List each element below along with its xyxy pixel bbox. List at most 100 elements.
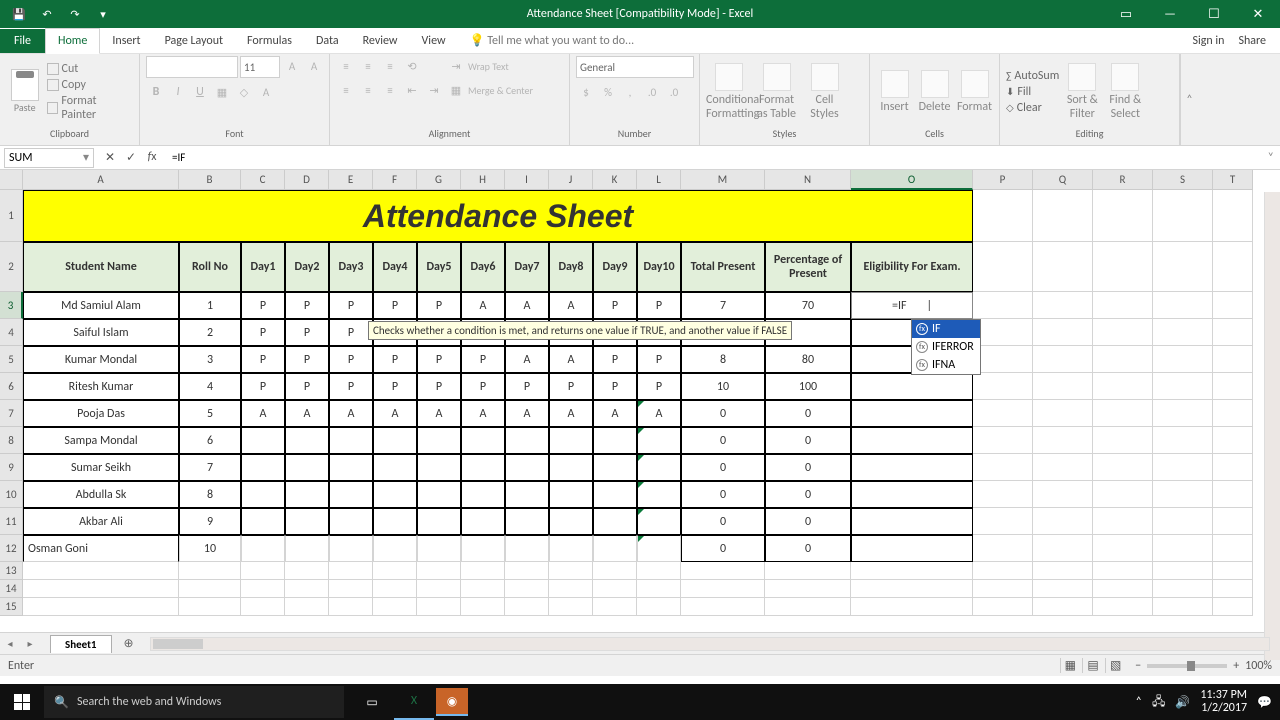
cell[interactable] bbox=[179, 598, 241, 616]
column-header[interactable]: R bbox=[1093, 170, 1153, 190]
cell[interactable]: Day5 bbox=[417, 242, 461, 292]
column-header[interactable]: M bbox=[681, 170, 765, 190]
cell[interactable] bbox=[1153, 373, 1213, 400]
cell[interactable]: Pooja Das bbox=[23, 400, 179, 427]
horizontal-scrollbar[interactable] bbox=[150, 637, 1271, 651]
cell[interactable] bbox=[973, 346, 1033, 373]
format-cells-button[interactable]: Format bbox=[956, 70, 993, 114]
name-box[interactable]: SUM▾ bbox=[4, 148, 94, 168]
cell[interactable]: A bbox=[461, 292, 505, 319]
cell[interactable] bbox=[241, 481, 285, 508]
cell[interactable] bbox=[1093, 598, 1153, 616]
cell[interactable] bbox=[329, 508, 373, 535]
tab-home[interactable]: Home bbox=[45, 28, 100, 54]
cell[interactable]: 0 bbox=[765, 535, 851, 562]
cell[interactable] bbox=[1093, 562, 1153, 580]
paste-button[interactable]: Paste bbox=[6, 69, 44, 114]
cell[interactable] bbox=[851, 454, 973, 481]
row-header[interactable]: 12 bbox=[0, 535, 23, 562]
cell[interactable] bbox=[241, 562, 285, 580]
format-as-table-button[interactable]: Format as Table bbox=[754, 63, 799, 121]
cell[interactable] bbox=[973, 292, 1033, 319]
cell[interactable] bbox=[973, 319, 1033, 346]
cell[interactable] bbox=[1033, 242, 1093, 292]
cell[interactable] bbox=[851, 400, 973, 427]
row-header[interactable]: 1 bbox=[0, 190, 23, 242]
cell[interactable]: Day6 bbox=[461, 242, 505, 292]
format-painter-button[interactable]: Format Painter bbox=[47, 94, 133, 122]
tab-file[interactable]: File bbox=[0, 29, 45, 53]
cell[interactable] bbox=[1093, 580, 1153, 598]
zoom-in-button[interactable]: + bbox=[1233, 659, 1239, 673]
close-button[interactable]: ✕ bbox=[1236, 0, 1280, 28]
cell[interactable]: A bbox=[417, 400, 461, 427]
cell[interactable]: 9 bbox=[179, 508, 241, 535]
tab-review[interactable]: Review bbox=[351, 29, 410, 53]
fill-button[interactable]: ⬇ Fill bbox=[1006, 85, 1059, 99]
cell[interactable] bbox=[1213, 454, 1253, 481]
bold-button[interactable]: B bbox=[146, 82, 166, 102]
cell[interactable] bbox=[1033, 562, 1093, 580]
cell[interactable] bbox=[681, 562, 765, 580]
cell[interactable]: A bbox=[549, 400, 593, 427]
sign-in-link[interactable]: Sign in bbox=[1192, 34, 1224, 48]
active-cell-editor[interactable]: =IF| bbox=[851, 292, 973, 319]
cell[interactable] bbox=[1093, 508, 1153, 535]
cell[interactable]: Abdulla Sk bbox=[23, 481, 179, 508]
row-header[interactable]: 7 bbox=[0, 400, 23, 427]
cell[interactable]: Day2 bbox=[285, 242, 329, 292]
cell[interactable]: Percentage of Present bbox=[765, 242, 851, 292]
tab-insert[interactable]: Insert bbox=[100, 29, 152, 53]
cell[interactable] bbox=[461, 508, 505, 535]
tray-volume-icon[interactable]: 🔊 bbox=[1175, 695, 1190, 710]
cell[interactable]: 10 bbox=[681, 373, 765, 400]
cell[interactable] bbox=[329, 454, 373, 481]
font-color-button[interactable]: A bbox=[256, 82, 276, 102]
border-button[interactable]: ▦ bbox=[212, 82, 232, 102]
add-sheet-button[interactable]: ⊕ bbox=[118, 635, 140, 653]
cell[interactable]: 0 bbox=[765, 454, 851, 481]
cell[interactable] bbox=[1033, 400, 1093, 427]
cell[interactable] bbox=[417, 481, 461, 508]
cell[interactable] bbox=[373, 454, 417, 481]
redo-icon[interactable]: ↷ bbox=[62, 2, 88, 26]
cell[interactable] bbox=[505, 562, 549, 580]
cell[interactable] bbox=[1153, 292, 1213, 319]
cell[interactable] bbox=[505, 535, 549, 562]
delete-cells-button[interactable]: Delete bbox=[916, 70, 953, 114]
conditional-formatting-button[interactable]: Conditional Formatting bbox=[706, 63, 751, 121]
cell[interactable]: 7 bbox=[179, 454, 241, 481]
tab-nav-next[interactable]: ▸ bbox=[20, 637, 40, 650]
cell[interactable] bbox=[285, 427, 329, 454]
expand-formula-bar-button[interactable]: ˅ bbox=[1262, 151, 1280, 165]
cell[interactable] bbox=[1213, 190, 1253, 242]
taskbar-excel-icon[interactable]: X bbox=[394, 684, 434, 720]
cell[interactable]: 0 bbox=[765, 508, 851, 535]
cell[interactable] bbox=[593, 427, 637, 454]
cell[interactable] bbox=[1213, 373, 1253, 400]
cell[interactable]: Total Present bbox=[681, 242, 765, 292]
cell[interactable]: A bbox=[329, 400, 373, 427]
cell[interactable] bbox=[973, 190, 1033, 242]
cell[interactable] bbox=[23, 580, 179, 598]
cell[interactable] bbox=[765, 580, 851, 598]
cell[interactable]: A bbox=[241, 400, 285, 427]
align-bottom-button[interactable]: ≡ bbox=[380, 56, 400, 76]
cell[interactable] bbox=[1153, 598, 1213, 616]
cell[interactable] bbox=[681, 580, 765, 598]
column-header[interactable]: E bbox=[329, 170, 373, 190]
cell[interactable]: A bbox=[593, 400, 637, 427]
cell[interactable] bbox=[461, 562, 505, 580]
cell[interactable] bbox=[285, 454, 329, 481]
cell[interactable] bbox=[329, 598, 373, 616]
cell[interactable] bbox=[1033, 598, 1093, 616]
column-header[interactable]: T bbox=[1213, 170, 1253, 190]
column-header[interactable]: O bbox=[851, 170, 973, 190]
decrease-decimal-button[interactable]: .0 bbox=[664, 82, 684, 102]
cell[interactable] bbox=[1093, 292, 1153, 319]
cell[interactable] bbox=[637, 427, 681, 454]
cell[interactable]: 8 bbox=[681, 346, 765, 373]
vertical-scrollbar[interactable] bbox=[1264, 192, 1280, 660]
cell[interactable] bbox=[1033, 481, 1093, 508]
cell[interactable] bbox=[373, 508, 417, 535]
